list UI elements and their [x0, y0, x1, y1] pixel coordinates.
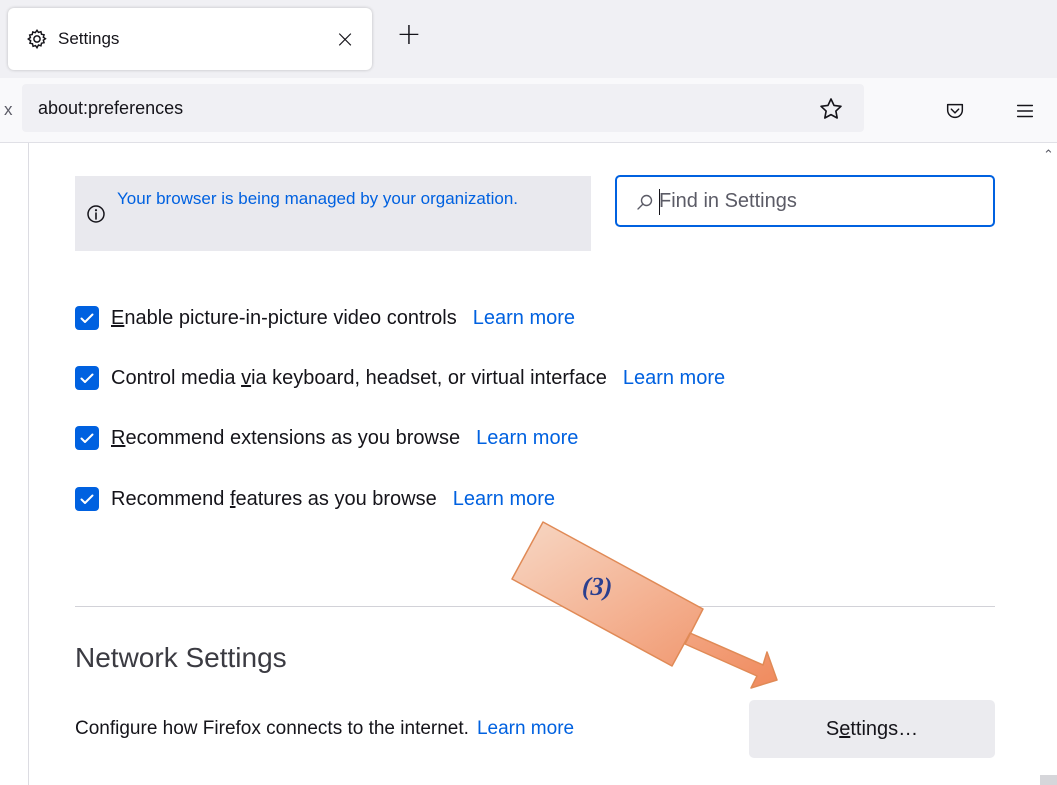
gear-icon	[27, 29, 47, 50]
checkbox-recommend-features[interactable]	[75, 487, 99, 511]
learn-more-link[interactable]: Learn more	[453, 488, 555, 511]
managed-notice-link[interactable]: Your browser is being managed by your or…	[117, 184, 537, 214]
checkbox-media-control[interactable]	[75, 366, 99, 390]
tab-title: Settings	[58, 29, 120, 48]
learn-more-link[interactable]: Learn more	[477, 718, 574, 739]
close-tab-icon[interactable]: ×	[332, 26, 358, 52]
sidebar-divider	[28, 143, 29, 785]
checkmark-icon	[80, 433, 94, 443]
tab-strip: Settings × +	[0, 0, 1057, 78]
scrollbar[interactable]	[1040, 143, 1057, 785]
nav-bar: x about:preferences	[0, 78, 1057, 143]
network-description-text: Configure how Firefox connects to the in…	[75, 718, 469, 739]
checkbox-label: Recommend extensions as you browse	[111, 426, 461, 449]
hamburger-menu-icon[interactable]	[1014, 100, 1036, 122]
info-icon	[87, 205, 105, 223]
search-field[interactable]	[615, 175, 995, 227]
search-input[interactable]	[659, 187, 979, 215]
star-icon[interactable]	[818, 96, 844, 122]
checkbox-label: Recommend features as you browse	[111, 487, 437, 510]
checkbox-row-recommend-extensions[interactable]: Recommend extensions as you browse Learn…	[75, 424, 578, 452]
network-settings-title: Network Settings	[75, 642, 287, 673]
learn-more-link[interactable]: Learn more	[476, 427, 578, 450]
managed-notice: Your browser is being managed by your or…	[75, 176, 591, 251]
checkbox-row-media-control[interactable]: Control media via keyboard, headset, or …	[75, 364, 725, 392]
section-divider	[75, 606, 995, 607]
checkmark-icon	[80, 494, 94, 504]
tab-settings[interactable]: Settings ×	[8, 8, 372, 70]
checkbox-label: Enable picture-in-picture video controls	[111, 306, 457, 329]
network-description: Configure how Firefox connects to the in…	[75, 718, 574, 740]
checkbox-label: Control media via keyboard, headset, or …	[111, 366, 607, 389]
learn-more-link[interactable]: Learn more	[473, 307, 575, 330]
checkbox-picture-in-picture[interactable]	[75, 306, 99, 330]
checkbox-row-recommend-features[interactable]: Recommend features as you browse Learn m…	[75, 485, 555, 513]
scroll-thumb[interactable]	[1040, 775, 1057, 785]
checkbox-row-picture-in-picture[interactable]: Enable picture-in-picture video controls…	[75, 304, 575, 332]
checkmark-icon	[80, 313, 94, 323]
url-bar[interactable]: about:preferences	[22, 84, 864, 132]
new-tab-button[interactable]: +	[394, 20, 424, 50]
network-settings-button[interactable]: Se ttings…	[749, 700, 995, 758]
checkbox-recommend-extensions[interactable]	[75, 426, 99, 450]
checkmark-icon	[80, 373, 94, 383]
pocket-icon[interactable]	[944, 100, 966, 122]
learn-more-link[interactable]: Learn more	[623, 367, 725, 390]
scroll-up-icon[interactable]: ⌃	[1043, 148, 1054, 163]
search-icon	[637, 194, 653, 210]
url-fragment: x	[4, 100, 13, 119]
text-caret	[659, 189, 660, 215]
annotation-label: (3)	[581, 571, 613, 602]
url-text[interactable]: about:preferences	[38, 97, 183, 119]
